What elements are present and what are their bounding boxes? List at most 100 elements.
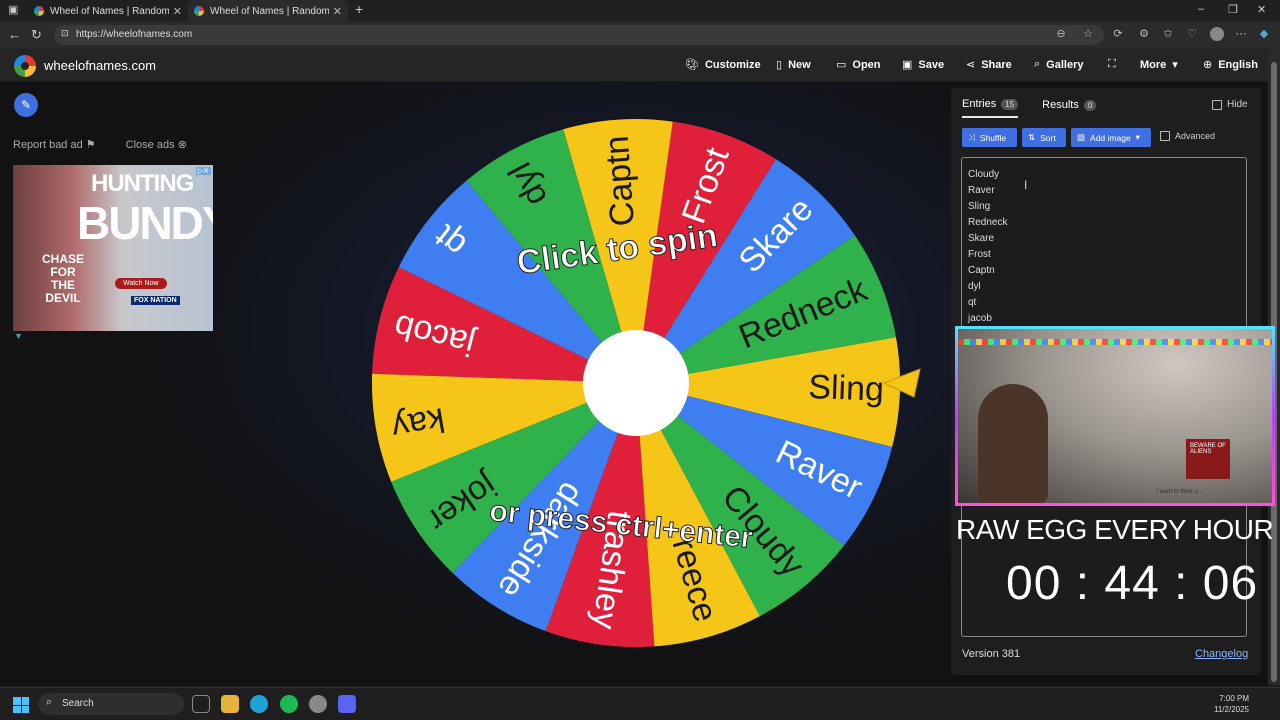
changelog-link[interactable]: Changelog	[1195, 648, 1248, 660]
fullscreen-icon: ⛶	[1108, 58, 1116, 70]
spinning-wheel[interactable]: SlingRedneckSkareFrostCaptndylqtjacobkay…	[370, 117, 902, 649]
string-lights	[958, 339, 1272, 345]
close-ads-link[interactable]: Close ads ⊗	[126, 138, 187, 151]
countdown-timer: 00 : 44 : 06	[1006, 557, 1259, 610]
webcam-caption: I want to think o...	[1156, 489, 1204, 495]
browser-tab-1[interactable]: Wheel of Names | Random name ✕	[28, 0, 188, 22]
more-menu-button[interactable]: More ▾	[1140, 58, 1178, 72]
gallery-button[interactable]: ⌕ Gallery	[1034, 58, 1083, 71]
sort-label: Sort	[1040, 132, 1056, 143]
webcam-sign: BEWARE OF ALIENS	[1186, 439, 1230, 479]
chrome-icon[interactable]	[309, 695, 327, 713]
save-button[interactable]: ▣ Save	[902, 58, 944, 72]
favorites-icon[interactable]: ✩	[1162, 28, 1174, 40]
customize-button[interactable]: 🎨︎ Customize	[685, 58, 761, 72]
tab-entries[interactable]: Entries 15	[962, 98, 1019, 118]
tab-actions-icon[interactable]: ▣	[8, 3, 18, 16]
site-info-icon[interactable]: ⊡	[61, 28, 69, 39]
advanced-checkbox[interactable]	[1160, 131, 1170, 141]
add-image-button[interactable]: ▨ Add image ▾	[1071, 128, 1151, 147]
spotify-icon[interactable]	[280, 695, 298, 713]
palette-icon: 🎨︎	[685, 59, 699, 71]
ad-banner[interactable]: HUNTING BUNDY CHASE FOR THE DEVIL Watch …	[13, 165, 213, 331]
taskbar-search-label: Search	[62, 698, 94, 709]
system-clock[interactable]: 7:00 PM 11/2/2025	[1214, 693, 1249, 715]
chevron-down-icon: ▾	[1172, 59, 1178, 71]
browser-essentials-icon[interactable]: ♡	[1186, 28, 1198, 40]
language-button[interactable]: ⊕ English	[1203, 58, 1258, 72]
shuffle-button[interactable]: ⤨ Shuffle	[962, 128, 1017, 147]
settings-icon[interactable]: ⚙	[1138, 28, 1150, 40]
sort-button[interactable]: ⇅ Sort	[1022, 128, 1066, 147]
ad-watch-now-button[interactable]: Watch Now	[115, 278, 167, 289]
new-button[interactable]: ▯ New	[776, 58, 811, 72]
ad-tagline: CHASE FOR THE DEVIL	[41, 252, 84, 305]
extensions-icon[interactable]: ⟳	[1112, 28, 1124, 40]
entry-line: dyl	[968, 281, 981, 292]
wheel-favicon-icon	[194, 6, 204, 16]
tab-entries-label: Entries	[962, 98, 997, 110]
read-aloud-icon[interactable]: ⊖	[1055, 28, 1067, 40]
save-icon: ▣	[902, 59, 913, 71]
overlay-title: RAW EGG EVERY HOUR	[956, 514, 1274, 545]
advanced-toggle[interactable]: Advanced	[1160, 131, 1215, 141]
edit-pencil-button[interactable]: ✎	[14, 93, 38, 117]
hide-toggle[interactable]: Hide	[1212, 99, 1248, 110]
fullscreen-button[interactable]: ⛶	[1108, 58, 1116, 71]
open-button[interactable]: ▭ Open	[836, 58, 881, 72]
document-icon: ▯	[776, 59, 783, 71]
clock-date: 11/2/2025	[1214, 705, 1249, 714]
ad-feedback-icon[interactable]: ▼	[14, 331, 23, 341]
entries-count-badge: 15	[1001, 98, 1019, 110]
maximize-icon[interactable]: ❐	[1228, 3, 1238, 16]
globe-icon: ⊕	[1203, 59, 1213, 71]
new-label: New	[788, 58, 811, 71]
tab-results[interactable]: Results 0	[1042, 98, 1097, 118]
close-window-icon[interactable]: ✕	[1257, 3, 1266, 16]
more-options-icon[interactable]: ⋯	[1235, 28, 1247, 40]
back-icon[interactable]: ←	[8, 27, 21, 42]
entry-line: qt	[968, 297, 977, 308]
edge-browser-icon[interactable]	[250, 695, 268, 713]
wheel-segment-label: Sling	[808, 368, 885, 409]
site-name[interactable]: wheelofnames.com	[44, 58, 156, 73]
site-logo-icon[interactable]	[14, 55, 36, 77]
windows-start-icon[interactable]	[13, 697, 29, 713]
copilot-icon[interactable]: ◆	[1258, 28, 1270, 40]
image-icon: ▨	[1077, 132, 1086, 142]
task-view-icon[interactable]	[192, 695, 210, 713]
ad-headline-1: HUNTING	[91, 170, 194, 197]
close-tab-icon[interactable]: ✕	[333, 5, 342, 18]
tab-results-label: Results	[1042, 99, 1079, 111]
sort-icon: ⇅	[1028, 132, 1036, 142]
hide-label: Hide	[1227, 99, 1248, 110]
share-icon: ⋖	[966, 59, 976, 71]
new-tab-icon[interactable]: +	[355, 1, 363, 17]
shuffle-label: Shuffle	[979, 132, 1007, 143]
taskbar-search[interactable]: ⌕ Search	[38, 693, 184, 715]
ad-choices-icon[interactable]: ▷✕	[195, 167, 211, 175]
version-label: Version 381	[962, 648, 1021, 660]
minimize-icon[interactable]: –	[1198, 3, 1204, 15]
hide-checkbox[interactable]	[1212, 99, 1222, 110]
panel-tabs: Entries 15 Results 0	[962, 98, 1097, 118]
search-icon: ⌕	[46, 696, 53, 708]
report-ad-link[interactable]: Report bad ad ⚑	[13, 138, 96, 151]
browser-tab-2[interactable]: Wheel of Names | Random name ✕	[188, 0, 348, 22]
customize-label: Customize	[704, 58, 761, 71]
site-header: wheelofnames.com 🎨︎ Customize ▯ New ▭ Open …	[0, 48, 1268, 82]
refresh-icon[interactable]: ↻	[31, 27, 42, 43]
tab-title: Wheel of Names | Random name	[210, 5, 329, 17]
entry-line: jacob	[968, 313, 992, 324]
share-button[interactable]: ⋖ Share	[966, 58, 1012, 72]
search-icon: ⌕	[1034, 58, 1041, 70]
url-field[interactable]: ⊡ https://wheelofnames.com	[54, 25, 1104, 45]
wheel-center-hub[interactable]	[583, 330, 689, 436]
folder-icon: ▭	[836, 59, 847, 71]
favorite-star-icon[interactable]: ☆	[1082, 28, 1094, 40]
file-explorer-icon[interactable]	[221, 695, 239, 713]
close-tab-icon[interactable]: ✕	[173, 5, 182, 18]
close-circle-icon: ⊗	[177, 139, 187, 151]
profile-avatar[interactable]	[1210, 27, 1224, 41]
discord-icon[interactable]	[338, 695, 356, 713]
